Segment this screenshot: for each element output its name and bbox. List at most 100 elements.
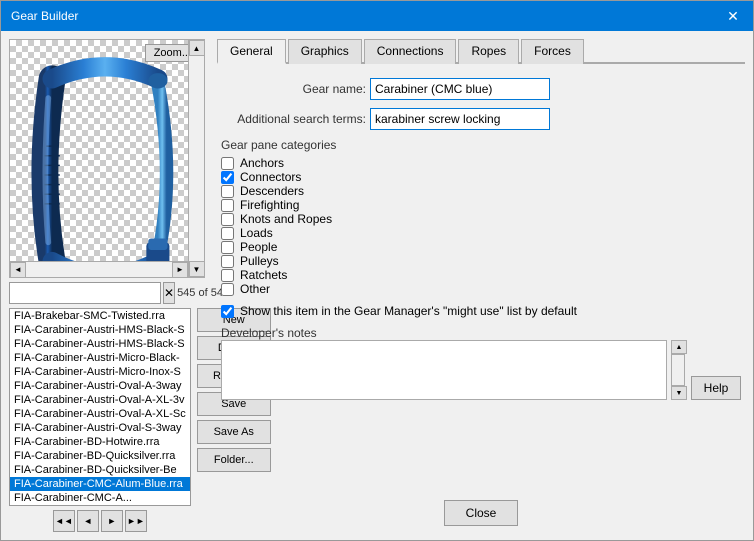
bottom-bar: Close [217,496,745,532]
category-label: Pulleys [240,254,279,268]
category-label: Other [240,282,270,296]
category-label: Ratchets [240,268,287,282]
tab-general[interactable]: General [217,39,286,64]
scroll-up-arrow[interactable]: ▲ [189,40,205,56]
list-item[interactable]: FIA-Carabiner-Austri-Oval-S-3way [10,421,190,435]
category-row: Loads [221,226,741,240]
category-checkbox-descenders[interactable] [221,185,234,198]
list-nav: ◄◄ ◄ ► ►► [9,510,191,532]
categories-title: Gear pane categories [221,138,741,152]
tabs-bar: GeneralGraphicsConnectionsRopesForces [217,39,745,64]
show-default-row: Show this item in the Gear Manager's "mi… [221,304,741,318]
tab-forces[interactable]: Forces [521,39,584,64]
tab-graphics[interactable]: Graphics [288,39,362,64]
window-title: Gear Builder [11,9,78,23]
list-item[interactable]: FIA-Carabiner-Austri-Oval-A-3way [10,379,190,393]
window-content: Zoom... ▲ ▼ ◄ ► ✕ 545 of 545 [1,31,753,540]
list-and-buttons: FIA-Brakebar-SMC-Twisted.rraFIA-Carabine… [9,308,209,532]
list-item[interactable]: FIA-Carabiner-Austri-Oval-A-XL-3v [10,393,190,407]
category-checkbox-ratchets[interactable] [221,269,234,282]
category-row: People [221,240,741,254]
developer-notes-label: Developer's notes [221,326,741,340]
image-scrollbar-h: ◄ ► [10,261,188,277]
categories-list: AnchorsConnectorsDescendersFirefightingK… [221,156,741,296]
left-panel: Zoom... ▲ ▼ ◄ ► ✕ 545 of 545 [9,39,209,532]
list-next-button[interactable]: ► [101,510,123,532]
search-terms-row: Additional search terms: [221,108,741,130]
gear-name-label: Gear name: [221,82,366,96]
list-item[interactable]: FIA-Carabiner-Austri-HMS-Black-S [10,323,190,337]
list-first-button[interactable]: ◄◄ [53,510,75,532]
category-label: Loads [240,226,273,240]
tab-content: Gear name: Additional search terms: Gear… [217,70,745,490]
scroll-left-arrow[interactable]: ◄ [10,262,26,278]
right-panel: GeneralGraphicsConnectionsRopesForces Ge… [217,39,745,532]
category-row: Ratchets [221,268,741,282]
gear-name-row: Gear name: [221,78,741,100]
image-scrollbar-v: ▲ ▼ [188,40,204,277]
file-list[interactable]: FIA-Brakebar-SMC-Twisted.rraFIA-Carabine… [9,308,191,506]
list-last-button[interactable]: ►► [125,510,147,532]
category-checkbox-knots-and-ropes[interactable] [221,213,234,226]
list-item[interactable]: FIA-Carabiner-BD-Hotwire.rra [10,435,190,449]
list-item[interactable]: FIA-Brakebar-SMC-Twisted.rra [10,309,190,323]
scroll-down-arrow[interactable]: ▼ [189,261,205,277]
gear-name-input[interactable] [370,78,550,100]
tab-ropes[interactable]: Ropes [458,39,519,64]
list-item[interactable]: FIA-Carabiner-Austri-Micro-Inox-S [10,365,190,379]
developer-notes-textarea[interactable] [221,340,667,400]
category-checkbox-anchors[interactable] [221,157,234,170]
main-window: Gear Builder ✕ [0,0,754,541]
search-row: ✕ 545 of 545 [9,282,209,304]
search-clear-button[interactable]: ✕ [163,282,175,304]
list-item[interactable]: FIA-Carabiner-Austri-Micro-Black- [10,351,190,365]
list-item[interactable]: FIA-Carabiner-CMC-Alum-Blue.rra [10,477,190,491]
category-row: Pulleys [221,254,741,268]
notes-scroll-down[interactable]: ▼ [671,386,687,400]
show-default-label: Show this item in the Gear Manager's "mi… [240,304,577,318]
list-item[interactable]: FIA-Carabiner-Austri-HMS-Black-S [10,337,190,351]
category-label: Anchors [240,156,284,170]
close-window-button[interactable]: ✕ [723,6,743,26]
developer-notes-section: Developer's notes ▲ ▼ Help [221,326,741,400]
list-item[interactable]: FIA-Carabiner-CMC-A... [10,491,190,505]
category-label: Firefighting [240,198,299,212]
category-label: Connectors [240,170,301,184]
carabiner-image [20,50,190,278]
title-bar: Gear Builder ✕ [1,1,753,31]
tab-connections[interactable]: Connections [364,39,457,64]
image-container: Zoom... ▲ ▼ ◄ ► [9,39,205,278]
notes-scroll-track [671,354,685,386]
category-label: People [240,240,277,254]
list-prev-button[interactable]: ◄ [77,510,99,532]
category-checkbox-pulleys[interactable] [221,255,234,268]
category-row: Firefighting [221,198,741,212]
notes-scrollbar-container: ▲ ▼ [671,340,687,400]
search-terms-input[interactable] [370,108,550,130]
notes-scroll-up[interactable]: ▲ [671,340,687,354]
category-row: Connectors [221,170,741,184]
category-checkbox-firefighting[interactable] [221,199,234,212]
category-row: Descenders [221,184,741,198]
list-section: FIA-Brakebar-SMC-Twisted.rraFIA-Carabine… [9,308,191,532]
categories-section: Gear pane categories AnchorsConnectorsDe… [221,138,741,296]
show-default-checkbox[interactable] [221,305,234,318]
category-label: Knots and Ropes [240,212,332,226]
category-checkbox-loads[interactable] [221,227,234,240]
search-input[interactable] [9,282,161,304]
list-item[interactable]: FIA-Carabiner-Austri-Oval-A-XL-Sc [10,407,190,421]
search-terms-label: Additional search terms: [221,112,366,126]
category-row: Other [221,282,741,296]
help-button[interactable]: Help [691,376,741,400]
category-checkbox-other[interactable] [221,283,234,296]
category-label: Descenders [240,184,304,198]
category-row: Anchors [221,156,741,170]
category-checkbox-people[interactable] [221,241,234,254]
category-row: Knots and Ropes [221,212,741,226]
notes-and-help: ▲ ▼ Help [221,340,741,400]
list-item[interactable]: FIA-Carabiner-BD-Quicksilver.rra [10,449,190,463]
category-checkbox-connectors[interactable] [221,171,234,184]
list-item[interactable]: FIA-Carabiner-BD-Quicksilver-Be [10,463,190,477]
close-button[interactable]: Close [444,500,518,526]
scroll-right-arrow[interactable]: ► [172,262,188,278]
